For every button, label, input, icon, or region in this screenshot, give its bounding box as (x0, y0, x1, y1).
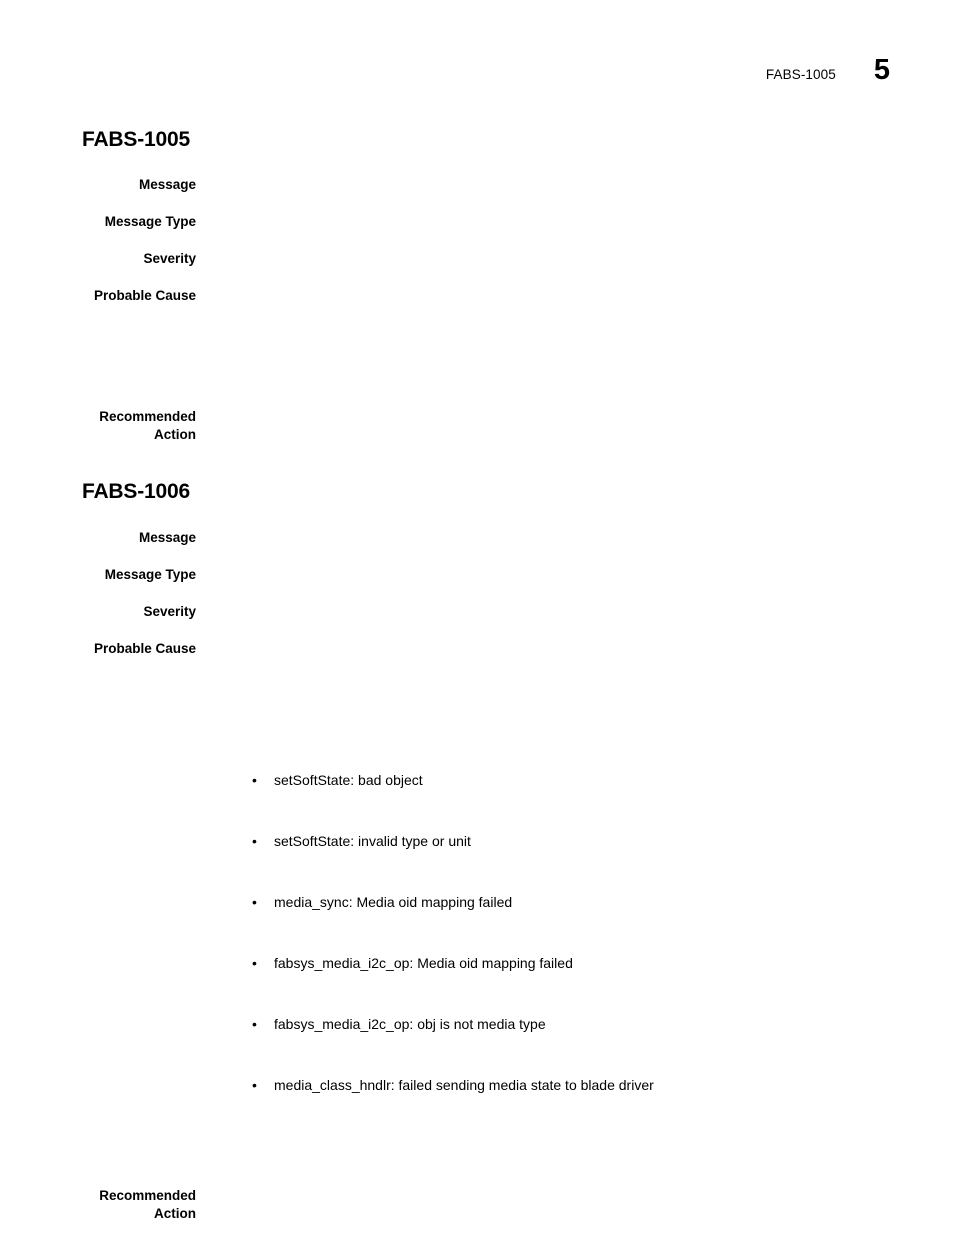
probable-cause-list-row: • setSoftState: bad object • setSoftStat… (0, 700, 954, 1165)
list-item: • setSoftState: invalid type or unit (252, 833, 954, 849)
field-label-probable-cause: Probable Cause (93, 641, 196, 657)
field-value-message (196, 529, 954, 547)
field-value-severity (196, 603, 954, 621)
field-label-recommended-action: Recommended Action (99, 1188, 196, 1222)
page-content: FABS-1005 Message Message Type Severity … (0, 128, 954, 1223)
page-number: 5 (873, 54, 890, 86)
bullet-icon: • (252, 955, 257, 972)
field-value-recommended-action (196, 408, 954, 426)
field-label-severity: Severity (143, 604, 196, 620)
probable-cause-list-container: • setSoftState: bad object • setSoftStat… (196, 700, 954, 1165)
field-label-severity: Severity (143, 251, 196, 267)
bullet-icon: • (252, 772, 257, 789)
list-item: • fabsys_media_i2c_op: obj is not media … (252, 1016, 954, 1032)
message-section-fabs-1006: FABS-1006 Message Message Type Severity … (0, 480, 954, 1223)
field-row-recommended-action: Recommended Action (0, 408, 954, 444)
list-item-text: media_sync: Media oid mapping failed (274, 894, 513, 911)
field-row-probable-cause: Probable Cause (0, 640, 954, 658)
field-row-probable-cause: Probable Cause (0, 287, 954, 305)
field-label-message-type: Message Type (104, 567, 196, 583)
list-item-text: fabsys_media_i2c_op: Media oid mapping f… (274, 955, 573, 972)
field-label-recommended-action: Recommended Action (99, 409, 196, 443)
field-label-probable-cause: Probable Cause (93, 288, 196, 304)
list-item-text: setSoftState: invalid type or unit (274, 833, 471, 850)
field-row-message: Message (0, 176, 954, 194)
section-heading: FABS-1006 (82, 480, 190, 504)
running-header-chapter: FABS-1005 (765, 67, 836, 82)
probable-cause-list: • setSoftState: bad object • setSoftStat… (252, 736, 954, 1129)
document-page: FABS-1005 5 FABS-1005 Message Message Ty… (0, 0, 954, 1235)
field-row-message-type: Message Type (0, 213, 954, 231)
field-value-message-type (196, 566, 954, 584)
list-item-text: fabsys_media_i2c_op: obj is not media ty… (274, 1016, 546, 1033)
list-item: • setSoftState: bad object (252, 772, 954, 788)
field-value-probable-cause (196, 287, 954, 305)
message-section-fabs-1005: FABS-1005 Message Message Type Severity … (0, 128, 954, 444)
field-row-severity: Severity (0, 250, 954, 268)
field-row-severity: Severity (0, 603, 954, 621)
field-value-recommended-action (196, 1187, 954, 1205)
bullet-icon: • (252, 1016, 257, 1033)
list-item-text: setSoftState: bad object (274, 772, 423, 789)
field-value-probable-cause (196, 640, 954, 658)
section-heading: FABS-1005 (82, 128, 190, 151)
field-label-message: Message (138, 530, 196, 546)
field-value-message-type (196, 213, 954, 231)
field-row-message-type: Message Type (0, 566, 954, 584)
list-item: • media_sync: Media oid mapping failed (252, 894, 954, 910)
bullet-icon: • (252, 833, 257, 850)
list-item: • fabsys_media_i2c_op: Media oid mapping… (252, 955, 954, 971)
field-label-message: Message (138, 177, 196, 193)
list-item: • media_class_hndlr: failed sending medi… (252, 1077, 954, 1093)
field-value-severity (196, 250, 954, 268)
bullet-icon: • (252, 894, 257, 911)
field-value-message (196, 176, 954, 194)
field-row-message: Message (0, 529, 954, 547)
bullet-icon: • (252, 1077, 257, 1094)
field-label-message-type: Message Type (104, 214, 196, 230)
list-item-text: media_class_hndlr: failed sending media … (274, 1077, 654, 1094)
field-row-recommended-action: Recommended Action (0, 1187, 954, 1223)
running-header: FABS-1005 5 (0, 56, 890, 85)
